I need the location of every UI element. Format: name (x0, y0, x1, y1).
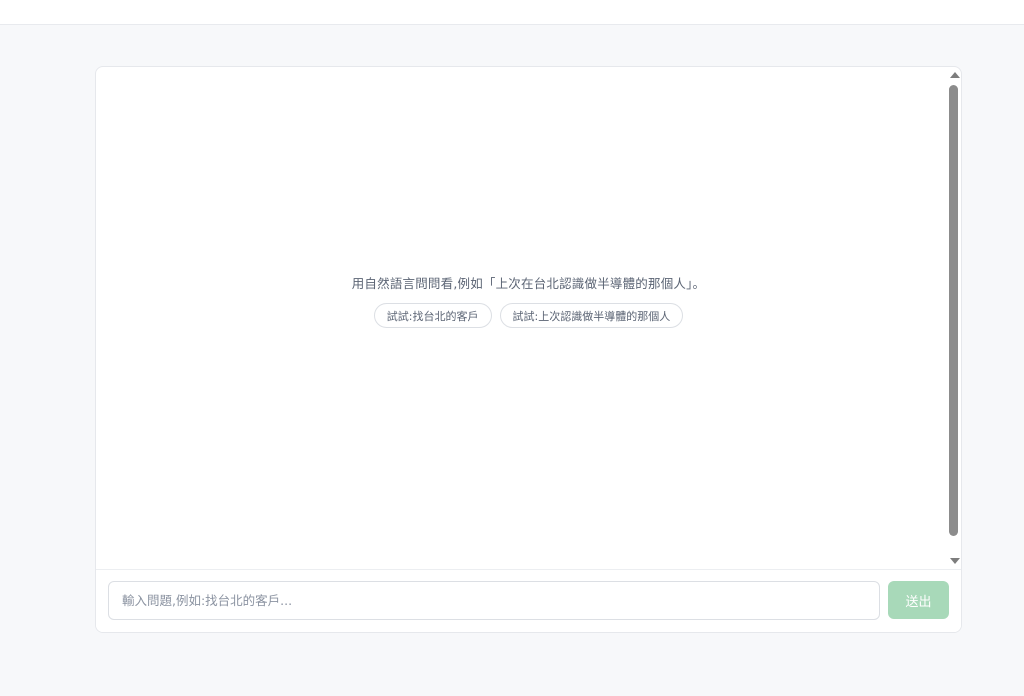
scroll-down-arrow-icon[interactable] (950, 558, 960, 564)
suggestion-chip-semiconductor-contact[interactable]: 試試:上次認識做半導體的那個人 (499, 303, 684, 328)
scroll-up-arrow-icon[interactable] (950, 72, 960, 78)
send-button[interactable]: 送出 (888, 581, 949, 619)
empty-state-hint: 用自然語言問問看,例如「上次在台北認識做半導體的那個人」。 (351, 276, 706, 291)
chat-panel: 用自然語言問問看,例如「上次在台北認識做半導體的那個人」。 試試:找台北的客戶 … (95, 66, 962, 633)
suggestion-chip-taipei-clients[interactable]: 試試:找台北的客戶 (373, 303, 492, 328)
top-bar (0, 0, 1024, 25)
scrollbar-thumb[interactable] (949, 85, 958, 536)
message-scrollbar[interactable] (947, 67, 961, 569)
question-input[interactable] (108, 581, 880, 620)
message-area: 用自然語言問問看,例如「上次在台北認識做半導體的那個人」。 試試:找台北的客戶 … (96, 67, 961, 569)
suggestion-chips: 試試:找台北的客戶 試試:上次認識做半導體的那個人 (373, 303, 684, 328)
message-composer: 送出 (96, 569, 961, 632)
